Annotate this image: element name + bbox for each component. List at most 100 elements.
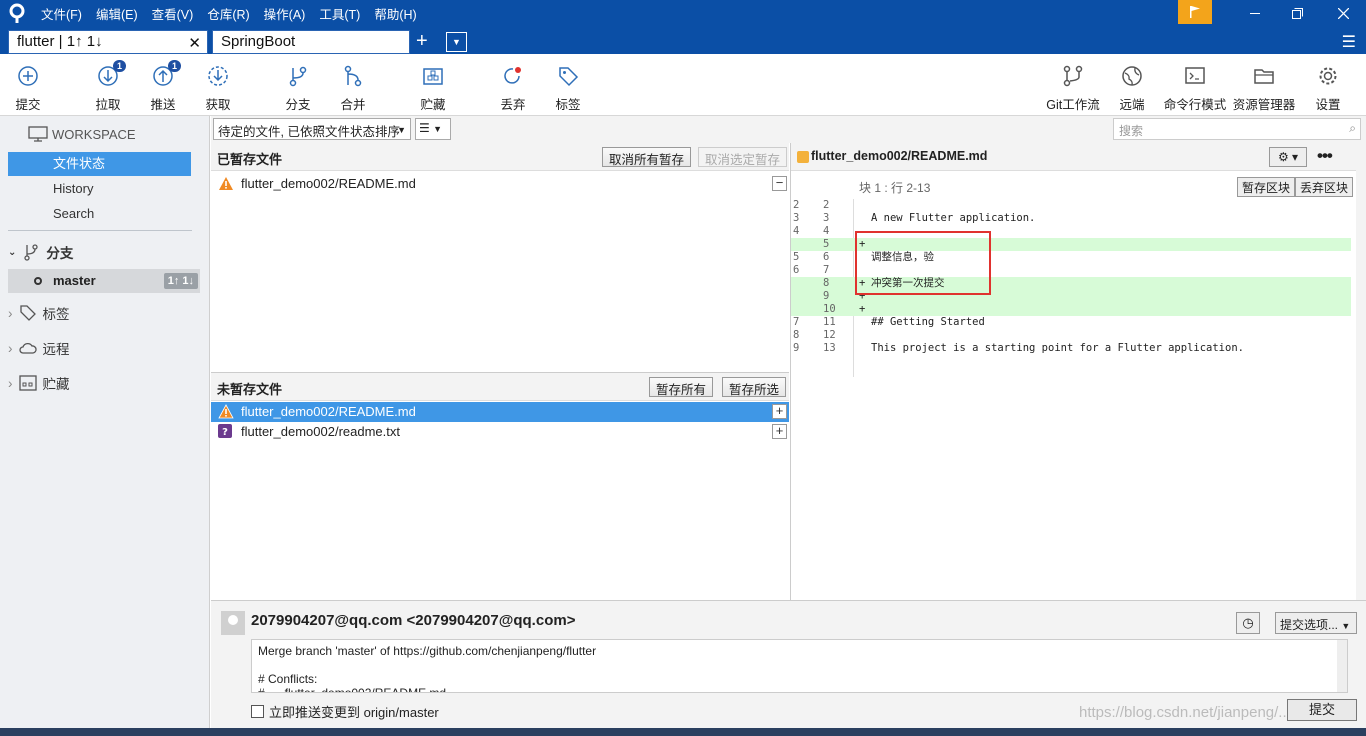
diff-scrollbar[interactable] xyxy=(1356,143,1366,600)
settings-button[interactable]: 设置 xyxy=(1300,62,1356,113)
commit-area: 2079904207@qq.com <2079904207@qq.com> ◷ … xyxy=(211,600,1366,736)
fetch-button[interactable]: 获取 xyxy=(190,62,246,113)
commit-message-input[interactable]: Merge branch 'master' of https://github.… xyxy=(251,639,1348,693)
unstaged-file-row[interactable]: flutter_demo002/README.md + xyxy=(211,402,789,422)
sidebar-item-history[interactable]: History xyxy=(8,177,191,201)
diff-sign: + xyxy=(859,303,866,315)
stage-file-button[interactable]: + xyxy=(772,404,787,419)
menu-file[interactable]: 文件(F) xyxy=(34,4,89,23)
folder-icon xyxy=(1232,62,1296,90)
unstage-file-button[interactable]: − xyxy=(772,176,787,191)
hamburger-menu-icon[interactable]: ☰ xyxy=(1342,32,1356,52)
sort-dropdown[interactable]: 待定的文件, 已依照文件状态排序 ▼ xyxy=(213,118,411,140)
discard-button[interactable]: 丢弃 xyxy=(485,62,541,113)
sidebar-item-search[interactable]: Search xyxy=(8,202,191,226)
sidebar-group-tags[interactable]: › 标签 xyxy=(8,303,70,323)
menu-actions[interactable]: 操作(A) xyxy=(257,4,313,23)
sidebar-branch-master[interactable]: master 1↑ 1↓ xyxy=(8,269,200,293)
close-window-button[interactable] xyxy=(1320,0,1366,26)
new-line-number: 9 xyxy=(823,290,830,302)
stage-file-button[interactable]: + xyxy=(772,424,787,439)
sidebar-divider xyxy=(8,230,192,231)
diff-line-added: 10 + xyxy=(791,303,1351,316)
commit-submit-button[interactable]: 提交 xyxy=(1287,699,1357,721)
tag-icon xyxy=(19,305,36,321)
discard-label: 丢弃 xyxy=(500,98,526,112)
chevron-down-icon: ⌄ xyxy=(8,246,17,258)
tags-label: 标签 xyxy=(42,307,70,322)
chevron-right-icon: › xyxy=(8,375,13,391)
stage-hunk-button[interactable]: 暂存区块 xyxy=(1237,177,1296,197)
more-options-icon[interactable]: ••• xyxy=(1317,146,1333,166)
push-immediately-checkbox[interactable]: 立即推送变更到 origin/master xyxy=(251,702,439,721)
unstage-all-button[interactable]: 取消所有暂存 xyxy=(602,147,692,167)
menu-tools[interactable]: 工具(T) xyxy=(312,4,367,23)
unstaged-file-row[interactable]: ? flutter_demo002/readme.txt + xyxy=(211,422,789,442)
sidebar-group-branches[interactable]: ⌄ 分支 xyxy=(8,242,73,262)
menu-edit[interactable]: 编辑(E) xyxy=(89,4,145,23)
commit-history-clock-button[interactable]: ◷ xyxy=(1236,612,1260,634)
tag-icon xyxy=(540,62,596,90)
watermark: https://blog.csdn.net/jianpeng/... xyxy=(1079,704,1291,721)
branch-button[interactable]: 分支 xyxy=(270,62,326,113)
explorer-label: 资源管理器 xyxy=(1232,98,1296,112)
avatar xyxy=(221,611,245,635)
unstaged-file-name: flutter_demo002/README.md xyxy=(241,404,416,419)
branch-label: 分支 xyxy=(285,98,311,112)
stage-selected-button[interactable]: 暂存所选 xyxy=(722,377,787,397)
menu-view[interactable]: 查看(V) xyxy=(145,4,201,23)
unstage-selected-button[interactable]: 取消选定暂存 xyxy=(698,147,788,167)
push-button[interactable]: 1 推送 xyxy=(135,60,191,113)
view-mode-dropdown[interactable]: ☰ ▼ xyxy=(415,118,451,140)
new-line-number: 7 xyxy=(823,264,830,276)
workspace-header: WORKSPACE xyxy=(28,126,136,142)
chevron-right-icon: › xyxy=(8,305,13,321)
sidebar-group-remotes[interactable]: › 远程 xyxy=(8,338,70,358)
current-branch-dot-icon xyxy=(34,277,42,285)
tag-button[interactable]: 标签 xyxy=(540,62,596,113)
discard-hunk-button[interactable]: 丢弃区块 xyxy=(1295,177,1354,197)
conflict-warning-icon xyxy=(218,176,234,197)
tab-dropdown-button[interactable]: ▼ xyxy=(446,32,467,52)
staged-file-row[interactable]: flutter_demo002/README.md − xyxy=(211,174,789,194)
branches-label: 分支 xyxy=(46,246,74,261)
old-line-number: 6 xyxy=(793,264,800,276)
gitflow-button[interactable]: Git工作流 xyxy=(1042,62,1104,113)
close-tab-icon[interactable]: ✕ xyxy=(188,34,201,52)
commit-message-scrollbar[interactable] xyxy=(1337,640,1347,692)
diff-line-context: 8 12 xyxy=(791,329,1351,342)
explorer-button[interactable]: 资源管理器 xyxy=(1232,62,1296,113)
repo-tab-bar: flutter | 1↑ 1↓ ✕ SpringBoot + ▼ ☰ xyxy=(0,26,1366,54)
minimize-button[interactable] xyxy=(1232,0,1278,26)
pull-badge: 1 xyxy=(113,60,127,72)
commit-options-dropdown[interactable]: 提交选项... ▼ xyxy=(1275,612,1357,634)
sidebar-item-file-status[interactable]: 文件状态 xyxy=(8,152,191,176)
sidebar-group-stashes[interactable]: › 贮藏 xyxy=(8,373,70,393)
diff-options-gear-button[interactable]: ⚙ ▾ xyxy=(1269,147,1307,167)
flag-icon[interactable] xyxy=(1178,0,1212,24)
tab-flutter[interactable]: flutter | 1↑ 1↓ ✕ xyxy=(8,30,208,54)
menu-help[interactable]: 帮助(H) xyxy=(367,4,423,23)
terminal-button[interactable]: 命令行模式 xyxy=(1162,62,1228,113)
new-tab-plus-icon[interactable]: + xyxy=(416,31,428,51)
merge-label: 合并 xyxy=(340,98,366,112)
pull-button[interactable]: 1 拉取 xyxy=(80,60,136,113)
maximize-button[interactable] xyxy=(1274,0,1320,26)
diff-view: flutter_demo002/README.md ⚙ ▾ ••• 块 1 : … xyxy=(790,143,1356,600)
stash-label: 贮藏 xyxy=(420,98,446,112)
search-input[interactable]: 搜索 ⌕ xyxy=(1113,118,1361,140)
menu-repository[interactable]: 仓库(R) xyxy=(200,4,256,23)
commit-button[interactable]: 提交 xyxy=(0,62,56,113)
list-icon: ☰ xyxy=(419,121,430,135)
tab-springboot[interactable]: SpringBoot xyxy=(212,30,410,54)
tag-label: 标签 xyxy=(555,98,581,112)
checkbox-box[interactable] xyxy=(251,705,264,718)
stash-button[interactable]: 贮藏 xyxy=(405,62,461,113)
merge-button[interactable]: 合并 xyxy=(325,62,381,113)
stage-all-button[interactable]: 暂存所有 xyxy=(649,377,714,397)
search-icon: ⌕ xyxy=(1349,121,1356,135)
settings-label: 设置 xyxy=(1315,98,1341,112)
remote-button[interactable]: 远端 xyxy=(1104,62,1160,113)
branch-icon xyxy=(270,62,326,90)
terminal-icon xyxy=(1162,62,1228,90)
